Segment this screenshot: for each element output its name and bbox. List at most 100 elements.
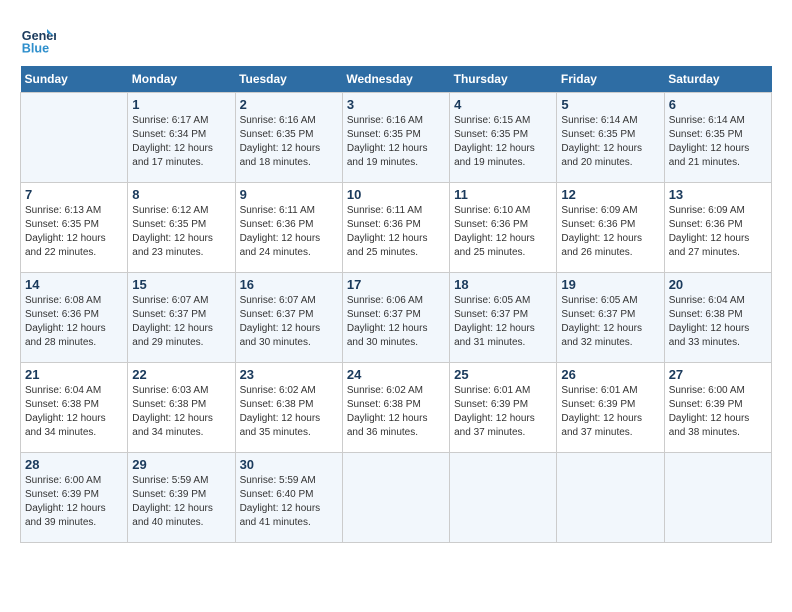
day-number: 12	[561, 187, 659, 202]
day-info: Sunrise: 5:59 AM Sunset: 6:39 PM Dayligh…	[132, 474, 230, 530]
calendar-cell: 23Sunrise: 6:02 AM Sunset: 6:38 PM Dayli…	[235, 363, 342, 453]
calendar-week-row: 14 Sunrise: 6:08 AM Sunset: 6:36 PM Dayli…	[21, 273, 772, 363]
logo-icon: General Blue	[20, 20, 56, 56]
day-header-thursday: Thursday	[450, 66, 557, 93]
day-info: Sunrise: 6:08 AM Sunset: 6:36 PM Dayligh…	[25, 294, 123, 350]
calendar-table: SundayMondayTuesdayWednesdayThursdayFrid…	[20, 66, 772, 543]
day-info: Sunrise: 6:01 AM Sunset: 6:39 PM Dayligh…	[454, 384, 552, 440]
day-number: 26	[561, 367, 659, 382]
day-info: Sunrise: 6:07 AM Sunset: 6:37 PM Dayligh…	[240, 294, 338, 350]
calendar-cell: 18 Sunrise: 6:05 AM Sunset: 6:37 PM Dayli…	[450, 273, 557, 363]
day-info: Sunrise: 6:04 AM Sunset: 6:38 PM Dayligh…	[669, 294, 767, 350]
day-number: 13	[669, 187, 767, 202]
logo: General Blue	[20, 20, 60, 56]
calendar-week-row: 7Sunrise: 6:13 AM Sunset: 6:35 PM Daylig…	[21, 183, 772, 273]
day-info: Sunrise: 6:03 AM Sunset: 6:38 PM Dayligh…	[132, 384, 230, 440]
day-number: 16	[240, 277, 338, 292]
calendar-cell: 21 Sunrise: 6:04 AM Sunset: 6:38 PM Dayli…	[21, 363, 128, 453]
day-number: 2	[240, 97, 338, 112]
calendar-cell	[664, 453, 771, 543]
day-info: Sunrise: 6:02 AM Sunset: 6:38 PM Dayligh…	[240, 384, 338, 440]
day-number: 3	[347, 97, 445, 112]
calendar-cell: 5 Sunrise: 6:14 AM Sunset: 6:35 PM Daylig…	[557, 93, 664, 183]
calendar-cell: 4 Sunrise: 6:15 AM Sunset: 6:35 PM Daylig…	[450, 93, 557, 183]
calendar-cell: 6 Sunrise: 6:14 AM Sunset: 6:35 PM Daylig…	[664, 93, 771, 183]
calendar-cell: 9Sunrise: 6:11 AM Sunset: 6:36 PM Daylig…	[235, 183, 342, 273]
day-number: 15	[132, 277, 230, 292]
day-header-monday: Monday	[128, 66, 235, 93]
day-header-wednesday: Wednesday	[342, 66, 449, 93]
day-info: Sunrise: 6:14 AM Sunset: 6:35 PM Dayligh…	[669, 114, 767, 170]
calendar-cell: 10 Sunrise: 6:11 AM Sunset: 6:36 PM Dayli…	[342, 183, 449, 273]
day-number: 4	[454, 97, 552, 112]
calendar-week-row: 28 Sunrise: 6:00 AM Sunset: 6:39 PM Dayli…	[21, 453, 772, 543]
calendar-cell: 29 Sunrise: 5:59 AM Sunset: 6:39 PM Dayli…	[128, 453, 235, 543]
day-info: Sunrise: 6:12 AM Sunset: 6:35 PM Dayligh…	[132, 204, 230, 260]
calendar-cell: 16 Sunrise: 6:07 AM Sunset: 6:37 PM Dayli…	[235, 273, 342, 363]
day-number: 8	[132, 187, 230, 202]
svg-text:Blue: Blue	[22, 41, 49, 55]
day-header-friday: Friday	[557, 66, 664, 93]
day-info: Sunrise: 6:17 AM Sunset: 6:34 PM Dayligh…	[132, 114, 230, 170]
day-info: Sunrise: 6:04 AM Sunset: 6:38 PM Dayligh…	[25, 384, 123, 440]
calendar-cell: 26 Sunrise: 6:01 AM Sunset: 6:39 PM Dayli…	[557, 363, 664, 453]
day-header-saturday: Saturday	[664, 66, 771, 93]
calendar-week-row: 21 Sunrise: 6:04 AM Sunset: 6:38 PM Dayli…	[21, 363, 772, 453]
day-info: Sunrise: 6:05 AM Sunset: 6:37 PM Dayligh…	[454, 294, 552, 350]
day-number: 29	[132, 457, 230, 472]
day-number: 18	[454, 277, 552, 292]
calendar-cell: 3 Sunrise: 6:16 AM Sunset: 6:35 PM Daylig…	[342, 93, 449, 183]
day-info: Sunrise: 6:07 AM Sunset: 6:37 PM Dayligh…	[132, 294, 230, 350]
day-info: Sunrise: 6:13 AM Sunset: 6:35 PM Dayligh…	[25, 204, 123, 260]
day-info: Sunrise: 6:10 AM Sunset: 6:36 PM Dayligh…	[454, 204, 552, 260]
calendar-cell: 2 Sunrise: 6:16 AM Sunset: 6:35 PM Daylig…	[235, 93, 342, 183]
day-info: Sunrise: 6:02 AM Sunset: 6:38 PM Dayligh…	[347, 384, 445, 440]
calendar-cell	[21, 93, 128, 183]
calendar-cell: 15 Sunrise: 6:07 AM Sunset: 6:37 PM Dayli…	[128, 273, 235, 363]
page-header: General Blue	[20, 20, 772, 56]
day-number: 25	[454, 367, 552, 382]
day-number: 5	[561, 97, 659, 112]
day-info: Sunrise: 6:06 AM Sunset: 6:37 PM Dayligh…	[347, 294, 445, 350]
day-number: 6	[669, 97, 767, 112]
day-number: 20	[669, 277, 767, 292]
day-info: Sunrise: 5:59 AM Sunset: 6:40 PM Dayligh…	[240, 474, 338, 530]
day-info: Sunrise: 6:01 AM Sunset: 6:39 PM Dayligh…	[561, 384, 659, 440]
calendar-cell: 27 Sunrise: 6:00 AM Sunset: 6:39 PM Dayli…	[664, 363, 771, 453]
day-info: Sunrise: 6:05 AM Sunset: 6:37 PM Dayligh…	[561, 294, 659, 350]
calendar-cell	[557, 453, 664, 543]
calendar-cell: 28 Sunrise: 6:00 AM Sunset: 6:39 PM Dayli…	[21, 453, 128, 543]
day-header-tuesday: Tuesday	[235, 66, 342, 93]
day-number: 14	[25, 277, 123, 292]
day-number: 30	[240, 457, 338, 472]
calendar-cell: 24Sunrise: 6:02 AM Sunset: 6:38 PM Dayli…	[342, 363, 449, 453]
calendar-cell	[342, 453, 449, 543]
day-number: 28	[25, 457, 123, 472]
calendar-cell: 20 Sunrise: 6:04 AM Sunset: 6:38 PM Dayli…	[664, 273, 771, 363]
calendar-cell: 12 Sunrise: 6:09 AM Sunset: 6:36 PM Dayli…	[557, 183, 664, 273]
day-info: Sunrise: 6:15 AM Sunset: 6:35 PM Dayligh…	[454, 114, 552, 170]
calendar-cell: 19 Sunrise: 6:05 AM Sunset: 6:37 PM Dayli…	[557, 273, 664, 363]
day-number: 27	[669, 367, 767, 382]
day-info: Sunrise: 6:09 AM Sunset: 6:36 PM Dayligh…	[561, 204, 659, 260]
calendar-cell: 14 Sunrise: 6:08 AM Sunset: 6:36 PM Dayli…	[21, 273, 128, 363]
day-info: Sunrise: 6:00 AM Sunset: 6:39 PM Dayligh…	[25, 474, 123, 530]
day-info: Sunrise: 6:00 AM Sunset: 6:39 PM Dayligh…	[669, 384, 767, 440]
day-info: Sunrise: 6:09 AM Sunset: 6:36 PM Dayligh…	[669, 204, 767, 260]
day-number: 21	[25, 367, 123, 382]
day-number: 10	[347, 187, 445, 202]
calendar-cell: 7Sunrise: 6:13 AM Sunset: 6:35 PM Daylig…	[21, 183, 128, 273]
day-number: 19	[561, 277, 659, 292]
calendar-cell: 8 Sunrise: 6:12 AM Sunset: 6:35 PM Daylig…	[128, 183, 235, 273]
day-info: Sunrise: 6:14 AM Sunset: 6:35 PM Dayligh…	[561, 114, 659, 170]
day-number: 22	[132, 367, 230, 382]
day-number: 17	[347, 277, 445, 292]
calendar-cell: 22 Sunrise: 6:03 AM Sunset: 6:38 PM Dayli…	[128, 363, 235, 453]
calendar-week-row: 1Sunrise: 6:17 AM Sunset: 6:34 PM Daylig…	[21, 93, 772, 183]
day-header-sunday: Sunday	[21, 66, 128, 93]
day-number: 11	[454, 187, 552, 202]
day-info: Sunrise: 6:16 AM Sunset: 6:35 PM Dayligh…	[347, 114, 445, 170]
calendar-cell: 25 Sunrise: 6:01 AM Sunset: 6:39 PM Dayli…	[450, 363, 557, 453]
day-info: Sunrise: 6:16 AM Sunset: 6:35 PM Dayligh…	[240, 114, 338, 170]
day-info: Sunrise: 6:11 AM Sunset: 6:36 PM Dayligh…	[347, 204, 445, 260]
